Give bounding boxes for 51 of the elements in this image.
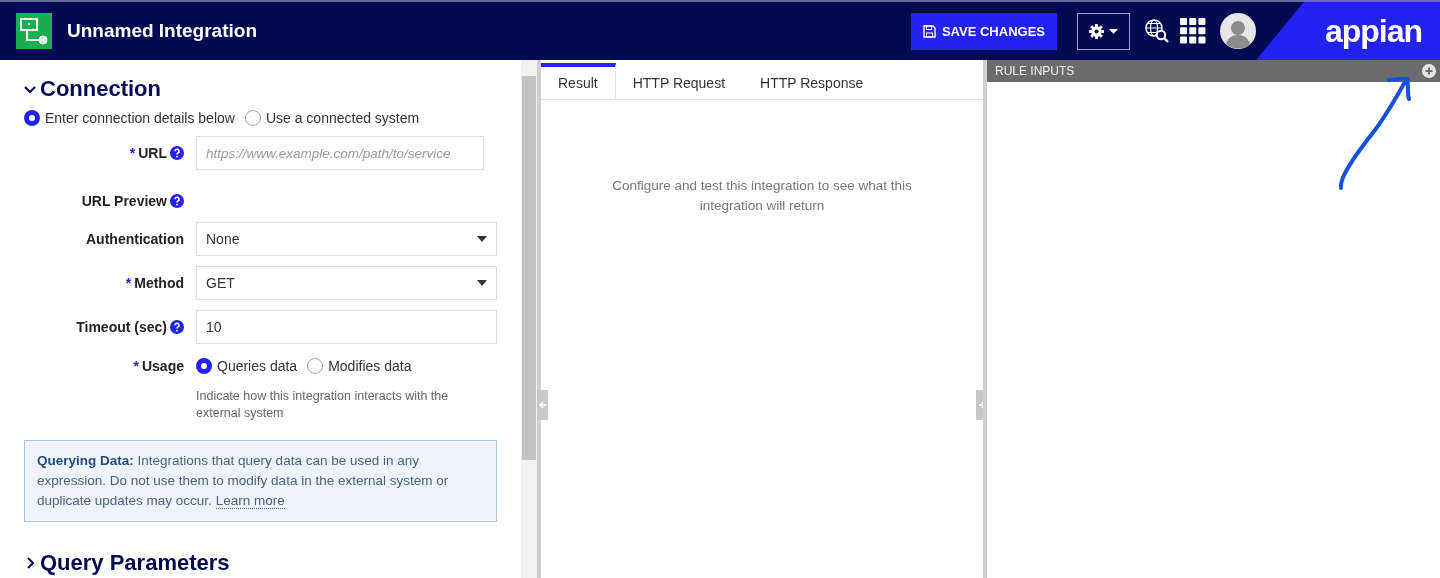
- radio-button[interactable]: [196, 358, 212, 374]
- field-label: URL Preview: [81, 193, 167, 209]
- dropdown[interactable]: GET: [196, 266, 497, 300]
- caret-icon: [1109, 28, 1118, 34]
- scrollbar-thumb[interactable]: [522, 76, 536, 460]
- section-title: Connection: [40, 76, 161, 102]
- field-label: Method: [134, 275, 184, 291]
- radio-option[interactable]: Queries data: [196, 358, 298, 374]
- chevron-down-icon[interactable]: [24, 83, 36, 95]
- settings-icon: [1089, 23, 1104, 39]
- field-label: Timeout (sec): [76, 319, 167, 335]
- required-mark: *: [125, 275, 132, 291]
- required-mark: *: [133, 358, 139, 374]
- user-avatar[interactable]: [1220, 13, 1256, 49]
- text-field[interactable]: 10: [196, 310, 497, 344]
- brand-logo: appian: [1324, 12, 1422, 50]
- field-label: Authentication: [86, 231, 184, 247]
- radio-option[interactable]: Modifies data: [307, 358, 412, 374]
- app-grid-icon[interactable]: [1180, 18, 1206, 44]
- section-title: Query Parameters: [40, 550, 230, 576]
- integration-title: Unnamed Integration: [67, 20, 258, 42]
- caret-icon: [477, 236, 487, 242]
- arrow-right-icon: [977, 401, 986, 409]
- field-label: Usage: [141, 358, 184, 374]
- globe-search-icon[interactable]: [1144, 18, 1170, 44]
- help-icon[interactable]: [170, 194, 184, 208]
- settings-menu-button[interactable]: [1077, 12, 1130, 50]
- dropdown[interactable]: None: [196, 222, 497, 256]
- help-icon[interactable]: [170, 146, 184, 160]
- result-tab[interactable]: Result: [541, 63, 616, 99]
- chevron-right-icon[interactable]: [24, 557, 36, 569]
- empty-result-message: Configure and test this integration to see what this integration will return: [611, 177, 913, 215]
- add-icon[interactable]: [1422, 64, 1436, 78]
- field-instructions: Indicate how this integration interacts with the external system: [196, 388, 450, 422]
- radio-option[interactable]: Use a connected system: [244, 110, 420, 126]
- radio-option[interactable]: Enter connection details below: [24, 110, 235, 126]
- save-button[interactable]: SAVE CHANGES: [910, 12, 1057, 50]
- collapse-handle[interactable]: [537, 390, 548, 420]
- panel-title: RULE INPUTS: [995, 64, 1075, 78]
- info-message: Querying Data: Integrations that query data can be used in any expression. Do not use them to modify data in the external system or duplicate updates may occur. Learn more: [24, 440, 497, 522]
- help-icon[interactable]: [170, 320, 184, 334]
- learn-more-link[interactable]: Learn more: [215, 493, 285, 509]
- caret-icon: [477, 280, 487, 286]
- url-field[interactable]: https://www.example.com/path/to/service: [196, 136, 484, 170]
- radio-button[interactable]: [24, 110, 40, 126]
- field-label: URL: [138, 145, 167, 161]
- integration-icon: [16, 13, 52, 49]
- required-mark: *: [129, 145, 136, 161]
- radio-button[interactable]: [244, 110, 261, 126]
- radio-button[interactable]: [307, 358, 324, 374]
- arrow-left-icon: [538, 401, 547, 409]
